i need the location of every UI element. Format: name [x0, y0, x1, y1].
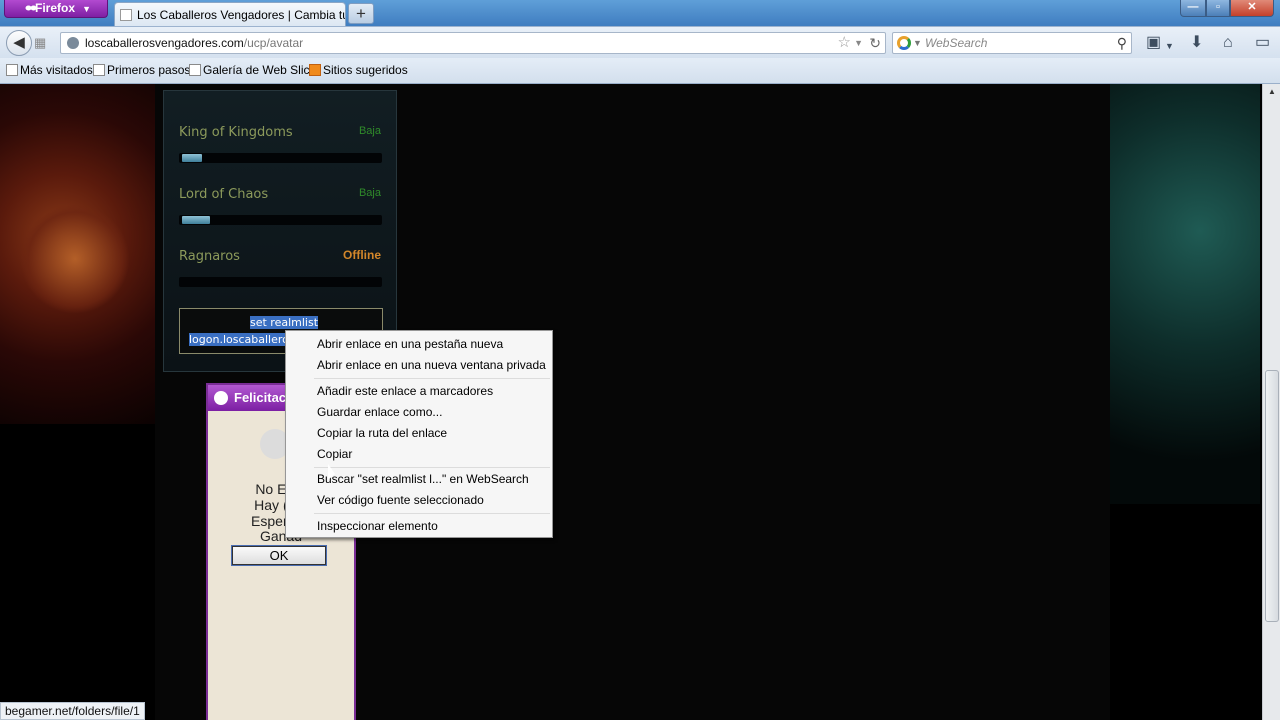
maximize-button[interactable]: ▫ [1206, 0, 1230, 17]
bookmarks-toolbar: Más visitados Primeros pasos Galería de … [0, 58, 1280, 84]
most-visited-icon [6, 64, 18, 76]
url-path: /ucp/avatar [243, 36, 304, 50]
search-engine-icon[interactable] [897, 36, 911, 50]
menu-item-search-web[interactable]: Buscar "set realmlist l..." en WebSearch [317, 472, 529, 486]
bookmark-label: Primeros pasos [107, 63, 191, 77]
globe-icon [67, 37, 79, 49]
download-icon[interactable]: ⬇ [1190, 33, 1203, 53]
ok-button[interactable]: OK [231, 545, 327, 566]
minimize-button[interactable]: — [1180, 0, 1206, 17]
realm-name: Ragnaros [179, 249, 240, 264]
page-content: King of Kingdoms Baja Lord of Chaos Baja… [0, 84, 1280, 720]
chevron-down-icon[interactable]: ▼ [854, 33, 863, 53]
chevron-down-icon[interactable]: ▼ [913, 33, 922, 53]
menu-separator [314, 467, 550, 468]
menu-separator [314, 378, 550, 379]
search-input[interactable]: ▼ WebSearch ⚲ [892, 32, 1132, 54]
bookmark-label: Sitios sugeridos [323, 63, 408, 77]
bookmark-suggested-sites[interactable]: Sitios sugeridos [309, 58, 408, 82]
page-icon [93, 64, 105, 76]
realm-load-fill [182, 216, 210, 224]
realmlist-line[interactable]: set realmlist [250, 316, 319, 329]
realm-load-bar [179, 215, 382, 225]
realm-name: Lord of Chaos [179, 187, 269, 202]
suggested-sites-icon [309, 64, 321, 76]
url-host: loscaballerosvengadores.com [85, 36, 244, 50]
bookmark-web-slice-gallery[interactable]: Galería de Web Slice [189, 58, 316, 82]
menu-item-copy-link[interactable]: Copiar la ruta del enlace [317, 426, 447, 440]
close-window-button[interactable]: ✕ [1230, 0, 1274, 17]
menu-item-open-new-tab[interactable]: Abrir enlace en una pestaña nueva [317, 337, 503, 351]
realm-load-fill [182, 154, 202, 162]
page-icon [189, 64, 201, 76]
window-titlebar: Firefox ▼ Los Caballeros Vengadores | Ca… [0, 0, 1280, 28]
realm-load-bar [179, 153, 382, 163]
firefox-menu-button[interactable]: Firefox ▼ [4, 0, 108, 18]
popup-title: Felicitac [234, 390, 287, 405]
back-button[interactable]: ◀ [6, 30, 32, 56]
bookmark-label: Galería de Web Slice [203, 63, 317, 77]
menu-item-inspect[interactable]: Inspeccionar elemento [317, 519, 438, 533]
scroll-up-icon[interactable]: ▲ [1264, 84, 1280, 100]
bookmark-label: Más visitados [20, 63, 93, 77]
search-placeholder: WebSearch [925, 36, 988, 50]
reload-icon[interactable]: ↻ [869, 33, 881, 53]
menu-item-copy[interactable]: Copiar [317, 447, 352, 461]
tab-title: Los Caballeros Vengadores | Cambia tu ..… [137, 8, 346, 22]
realmlist-line[interactable]: logon.loscaballeros [189, 333, 295, 346]
page-icon-button[interactable]: ▦ [34, 34, 56, 52]
page-favicon-icon [120, 9, 132, 21]
scrollbar-thumb[interactable] [1265, 370, 1279, 622]
realm-status: Baja [358, 187, 381, 199]
new-tab-button[interactable]: + [348, 3, 374, 24]
status-bar-link: begamer.net/folders/file/1 [0, 702, 145, 720]
home-icon[interactable]: ⌂ [1223, 33, 1233, 53]
right-background-art [1110, 84, 1260, 504]
menu-item-open-private-window[interactable]: Abrir enlace en una nueva ventana privad… [317, 358, 546, 372]
search-icon[interactable]: ⚲ [1117, 33, 1127, 53]
page-menu-icon: ▦ [34, 35, 47, 50]
bookmark-star-icon[interactable]: ☆ [838, 33, 851, 53]
navigation-toolbar: ◀ ▦ loscaballerosvengadores.com/ucp/avat… [0, 26, 1280, 58]
addon-bar-icon[interactable]: ▣ [1146, 33, 1161, 53]
bookmark-first-steps[interactable]: Primeros pasos [93, 58, 190, 82]
realm-status: Offline [343, 248, 381, 262]
chevron-down-icon[interactable]: ▼ [1165, 36, 1174, 56]
realm-load-bar [179, 277, 382, 287]
tab-groups-icon[interactable]: ▭ [1255, 33, 1270, 53]
menu-separator [314, 513, 550, 514]
url-bar[interactable]: loscaballerosvengadores.com/ucp/avatar ☆… [60, 32, 886, 54]
menu-item-bookmark-link[interactable]: Añadir este enlace a marcadores [317, 384, 493, 398]
mouse-cursor-icon [328, 464, 335, 480]
arrow-left-icon: ◀ [13, 34, 25, 51]
bookmark-most-visited[interactable]: Más visitados [6, 58, 93, 82]
menu-item-view-source[interactable]: Ver código fuente seleccionado [317, 493, 484, 507]
menu-item-save-link[interactable]: Guardar enlace como... [317, 405, 442, 419]
firefox-menu-label: Firefox [35, 1, 76, 15]
vertical-scrollbar[interactable]: ▲ [1262, 84, 1280, 720]
chevron-down-icon: ▼ [82, 4, 91, 14]
context-menu: Abrir enlace en una pestaña nueva Abrir … [285, 330, 553, 538]
firefox-mask-icon [25, 5, 37, 11]
apple-icon [214, 391, 228, 405]
realm-name: King of Kingdoms [179, 125, 293, 140]
tab-active[interactable]: Los Caballeros Vengadores | Cambia tu ..… [114, 2, 346, 28]
realm-status: Baja [358, 125, 381, 137]
left-background-ornament [20, 204, 130, 314]
